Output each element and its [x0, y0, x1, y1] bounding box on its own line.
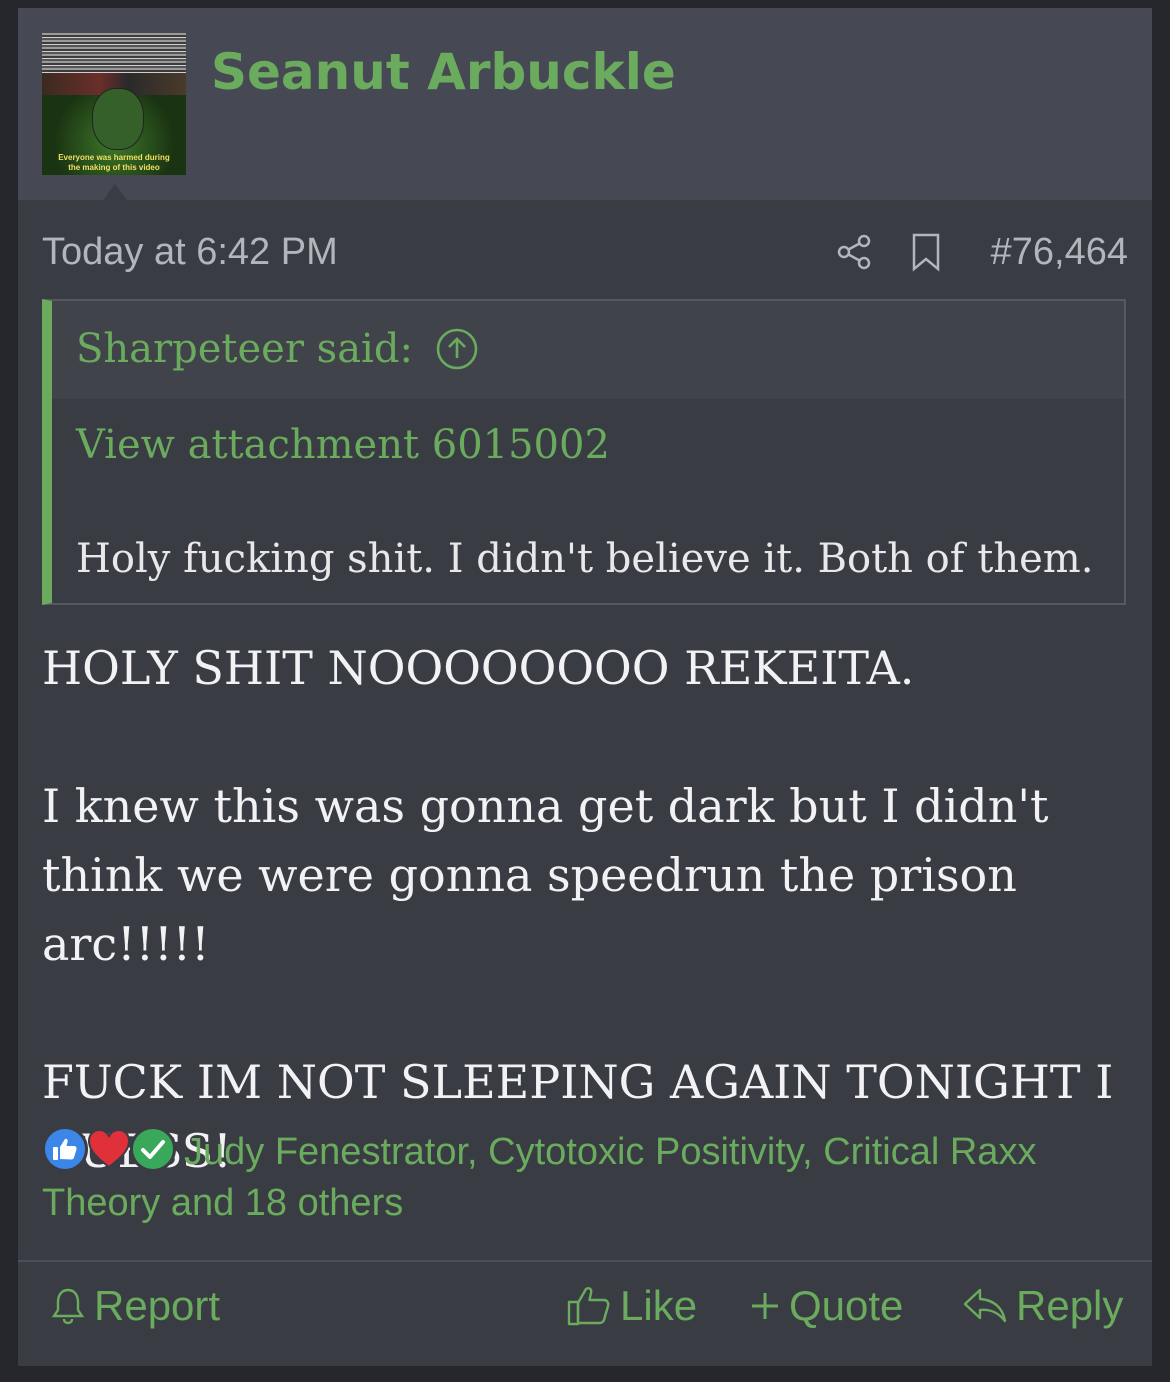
attachment-link[interactable]: View attachment 6015002: [76, 419, 610, 471]
love-reaction-icon: [86, 1126, 132, 1172]
agree-reaction-icon: [130, 1126, 176, 1172]
like-button[interactable]: Like: [566, 1276, 697, 1336]
username[interactable]: Seanut Arbuckle: [211, 42, 676, 102]
post-date[interactable]: Today at 6:42 PM: [42, 230, 338, 274]
post-header: Everyone was harmed during the making of…: [18, 8, 1152, 200]
plus-icon: [752, 1293, 778, 1319]
quote-button[interactable]: Quote: [749, 1276, 903, 1336]
quote-block: Sharpeteer said: View attachment 6015002…: [42, 299, 1126, 605]
bookmark-icon[interactable]: [909, 232, 943, 272]
header-pointer: [103, 184, 127, 200]
post-body: HOLY SHIT NOOOOOOOO REKEITA. I knew this…: [42, 634, 1132, 1186]
reply-arrow-icon: [963, 1288, 1007, 1323]
post-meta: Today at 6:42 PM #76,464: [42, 226, 1128, 276]
body-paragraph: HOLY SHIT NOOOOOOOO REKEITA.: [42, 641, 915, 695]
avatar[interactable]: Everyone was harmed during the making of…: [42, 33, 186, 175]
jump-to-quote-icon[interactable]: [435, 327, 479, 371]
reactions-bar[interactable]: Judy Fenestrator, Cytotoxic Positivity, …: [42, 1126, 1132, 1229]
quote-text: Holy fucking shit. I didn't believe it. …: [76, 536, 1094, 582]
quote-header: Sharpeteer said:: [52, 301, 1124, 399]
body-paragraph: I knew this was gonna get dark but I did…: [42, 779, 1064, 971]
reply-button[interactable]: Reply: [962, 1276, 1123, 1336]
post-actions: Report Like Quote Reply: [18, 1276, 1152, 1336]
forum-post: Everyone was harmed during the making of…: [18, 8, 1152, 1366]
avatar-caption: Everyone was harmed during the making of…: [58, 153, 170, 172]
bell-icon: [51, 1288, 85, 1325]
share-icon[interactable]: [835, 232, 875, 272]
reactions-list[interactable]: Judy Fenestrator, Cytotoxic Positivity, …: [42, 1131, 1036, 1224]
thumbs-up-icon: [567, 1287, 610, 1326]
post-number[interactable]: #76,464: [991, 231, 1128, 274]
footer-divider: [18, 1260, 1152, 1262]
like-reaction-icon: [42, 1126, 88, 1172]
report-button[interactable]: Report: [50, 1276, 220, 1336]
quote-author[interactable]: Sharpeteer said:: [76, 323, 479, 375]
